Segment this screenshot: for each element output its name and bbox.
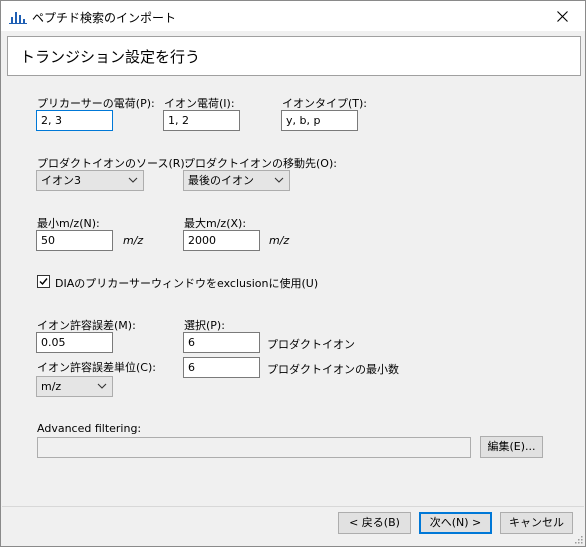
pick-label: 選択(P): [184, 319, 225, 332]
dialog-window: ペプチド検索のインポート トランジション設定を行う プリカーサーの電荷(P): … [0, 0, 586, 547]
tolerance-unit-label: イオン許容誤差単位(C): [37, 361, 156, 374]
advanced-filtering-label: Advanced filtering: [37, 422, 142, 435]
min-mz-label: 最小m/z(N): [37, 217, 100, 230]
resize-grip-icon[interactable] [573, 534, 583, 544]
cancel-button[interactable]: キャンセル [500, 512, 573, 534]
max-mz-input[interactable]: 2000 [183, 230, 260, 251]
min-mz-unit: m/z [123, 234, 144, 247]
ion-types-input[interactable]: y, b, p [281, 110, 358, 131]
pick-product-ions-label: プロダクトイオン [267, 338, 355, 351]
chevron-down-icon [128, 177, 138, 183]
next-button[interactable]: 次へ(N) > [419, 512, 492, 534]
chevron-down-icon [97, 383, 107, 389]
footer-divider [2, 506, 584, 507]
product-ion-source-select[interactable]: イオン3 [36, 170, 144, 191]
min-product-ions-label: プロダクトイオンの最小数 [267, 363, 399, 376]
checkmark-icon [39, 278, 48, 286]
product-ion-source-label: プロダクトイオンのソース(R): [37, 157, 189, 170]
page-title: トランジション設定を行う [20, 48, 201, 66]
chevron-down-icon [274, 177, 284, 183]
product-ion-destination-label: プロダクトイオンの移動先(O): [184, 157, 337, 170]
tolerance-unit-value: m/z [41, 380, 62, 393]
ion-charges-label: イオン電荷(I): [164, 97, 235, 110]
max-mz-label: 最大m/z(X): [184, 217, 247, 230]
dia-exclusion-label[interactable]: DIAのプリカーサーウィンドウをexclusionに使用(U) [55, 275, 318, 291]
min-product-ions-input[interactable]: 6 [183, 357, 260, 378]
ion-tolerance-label: イオン許容誤差(M): [37, 319, 136, 332]
tolerance-unit-select[interactable]: m/z [36, 376, 113, 397]
advanced-filtering-field [37, 437, 471, 458]
precursor-charges-label: プリカーサーの電荷(P): [37, 97, 155, 110]
ion-tolerance-input[interactable]: 0.05 [36, 332, 113, 353]
ion-charges-input[interactable]: 1, 2 [163, 110, 240, 131]
page-header: トランジション設定を行う [7, 36, 581, 76]
title-bar: ペプチド検索のインポート [1, 1, 585, 31]
app-icon [9, 8, 27, 24]
product-ion-source-value: イオン3 [41, 174, 81, 187]
pick-product-ions-input[interactable]: 6 [183, 332, 260, 353]
min-mz-input[interactable]: 50 [36, 230, 113, 251]
window-title: ペプチド検索のインポート [32, 11, 177, 25]
precursor-charges-input[interactable]: 2, 3 [36, 110, 113, 131]
product-ion-destination-value: 最後のイオン [188, 174, 254, 187]
edit-filter-button[interactable]: 編集(E)... [480, 436, 543, 458]
back-button[interactable]: < 戻る(B) [338, 512, 411, 534]
ion-types-label: イオンタイプ(T): [282, 97, 368, 110]
max-mz-unit: m/z [269, 234, 290, 247]
close-button[interactable] [539, 1, 585, 31]
dia-exclusion-checkbox[interactable] [37, 275, 50, 288]
product-ion-destination-select[interactable]: 最後のイオン [183, 170, 290, 191]
close-icon [556, 11, 568, 22]
